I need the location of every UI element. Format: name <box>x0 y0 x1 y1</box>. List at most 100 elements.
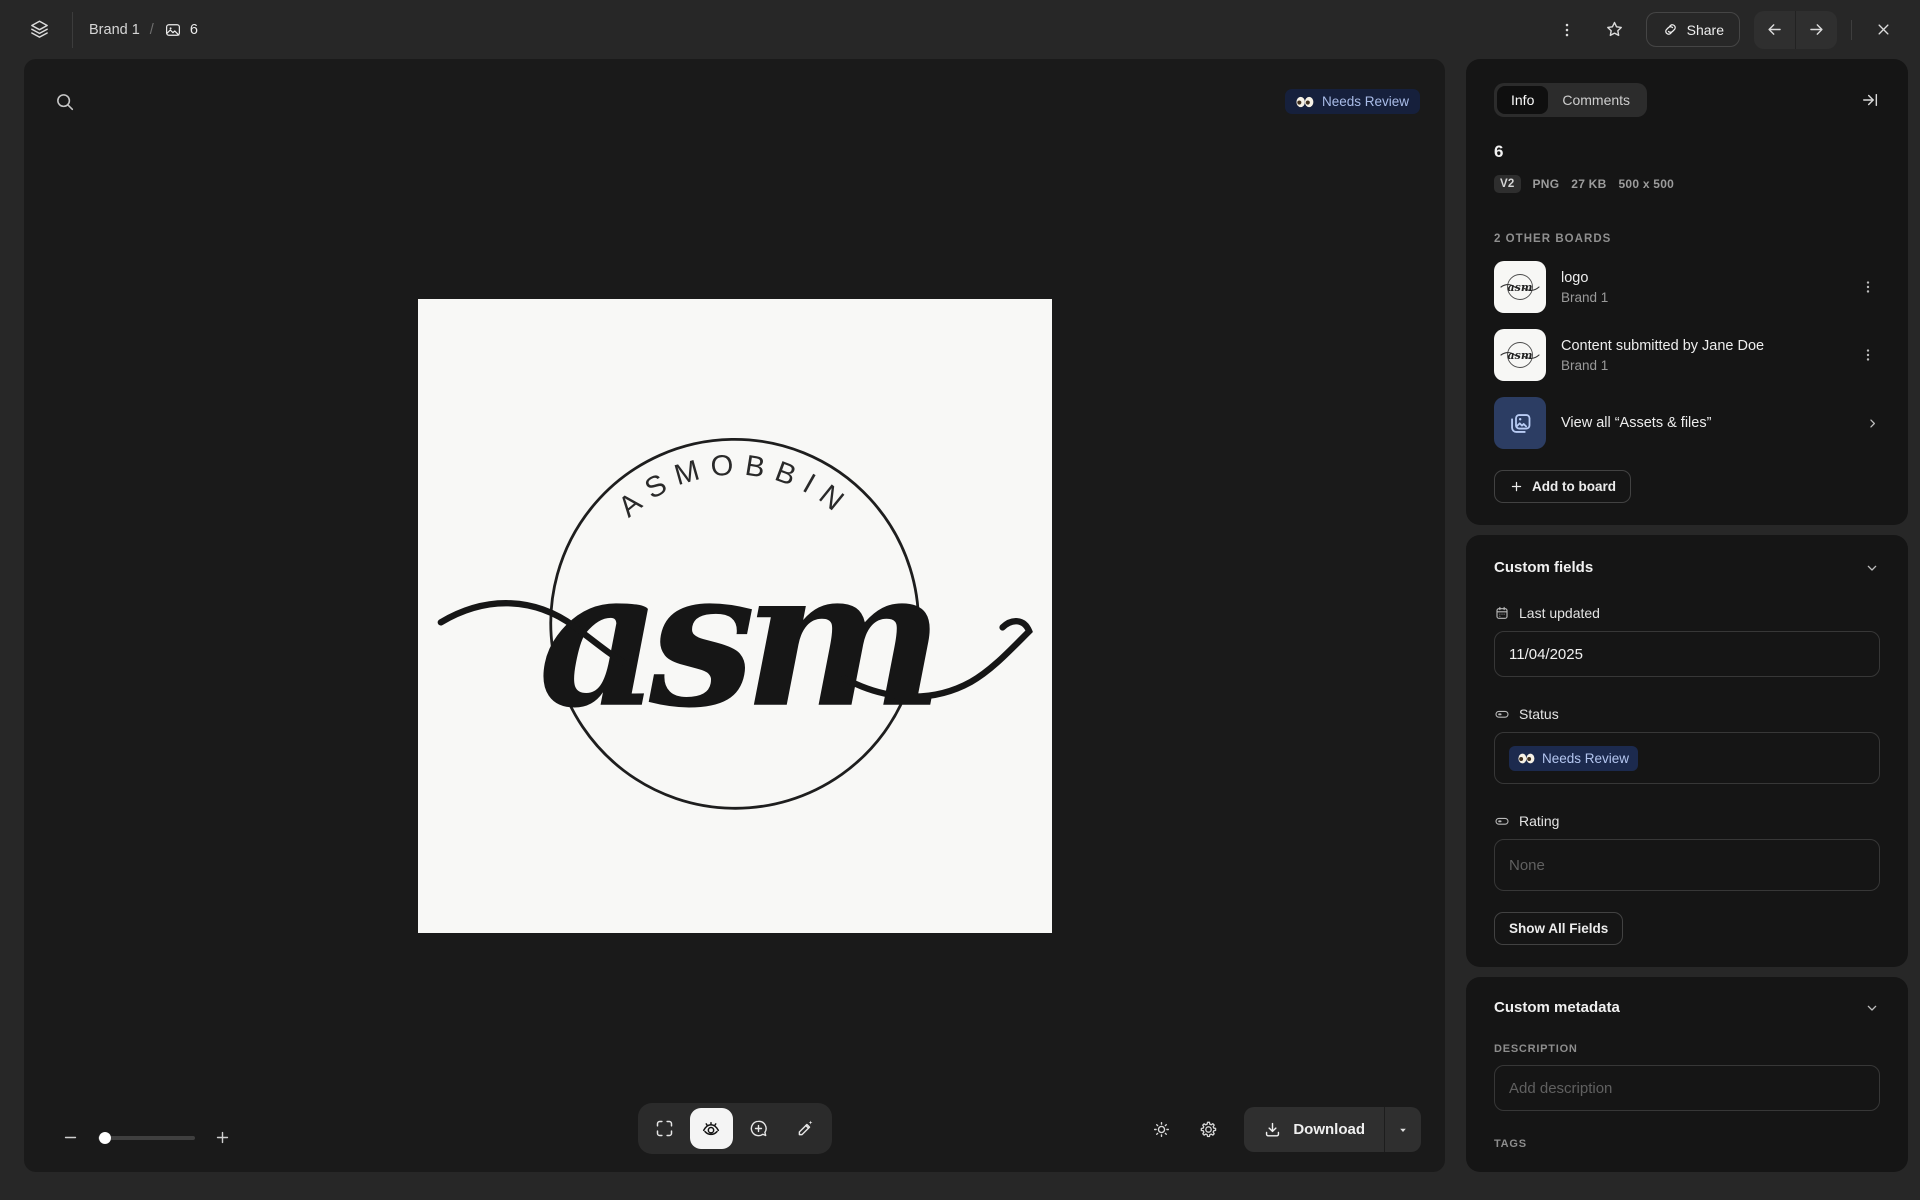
previous-asset-button[interactable] <box>1754 11 1795 49</box>
preview-mode-button[interactable] <box>689 1108 733 1149</box>
link-icon <box>1662 21 1679 38</box>
rating-label-row: Rating <box>1494 813 1880 829</box>
gear-icon <box>1198 1119 1219 1140</box>
download-button[interactable]: Download <box>1244 1107 1384 1152</box>
app-logo-button[interactable] <box>22 13 56 47</box>
arrow-right-icon <box>1807 20 1826 39</box>
comment-plus-icon <box>748 1118 769 1139</box>
chevron-down-icon <box>1864 560 1880 576</box>
board-item-menu-button[interactable] <box>1856 343 1880 367</box>
description-field[interactable]: Add description <box>1494 1065 1880 1111</box>
zoom-controls <box>62 1129 231 1146</box>
status-badge-label: Needs Review <box>1321 94 1409 109</box>
asset-canvas: Needs Review ASMOBBIN asm Download <box>24 59 1445 1172</box>
view-toolbar <box>637 1103 832 1154</box>
status-badge[interactable]: Needs Review <box>1284 89 1420 114</box>
asset-title: 6 <box>1494 142 1504 161</box>
rating-field[interactable]: None <box>1494 839 1880 891</box>
top-bar-right: Share <box>1550 10 1900 49</box>
asset-image: ASMOBBIN asm <box>417 298 1052 933</box>
magic-edit-button[interactable] <box>784 1108 827 1149</box>
details-sidebar: Info Comments 6 V2 PNG 27 KB 500 x 500 2… <box>1466 59 1908 1172</box>
fullscreen-button[interactable] <box>643 1108 686 1149</box>
description-label: DESCRIPTION <box>1494 1043 1578 1055</box>
version-badge[interactable]: V2 <box>1494 175 1521 193</box>
breadcrumb: Brand 1 / 6 <box>89 21 198 39</box>
board-item[interactable]: asm logo Brand 1 <box>1494 261 1880 313</box>
chevron-right-icon <box>1865 416 1880 431</box>
board-item-title: logo <box>1561 269 1589 286</box>
breadcrumb-asset-name: 6 <box>189 21 198 38</box>
zoom-slider-thumb[interactable] <box>99 1131 111 1144</box>
magic-pencil-icon <box>795 1118 816 1139</box>
last-updated-field[interactable]: 11/04/2025 <box>1494 631 1880 677</box>
expand-icon <box>654 1118 675 1139</box>
share-button[interactable]: Share <box>1645 12 1740 47</box>
rating-label: Rating <box>1519 813 1560 829</box>
description-placeholder: Add description <box>1509 1079 1613 1097</box>
top-bar-divider <box>72 11 73 48</box>
zoom-slider[interactable] <box>98 1131 195 1144</box>
file-dimensions: 500 x 500 <box>1618 177 1675 191</box>
next-asset-button[interactable] <box>1796 11 1837 49</box>
settings-button[interactable] <box>1189 1111 1227 1149</box>
select-field-icon <box>1494 706 1510 722</box>
breadcrumb-board-link[interactable]: Brand 1 <box>89 22 140 38</box>
custom-metadata-title: Custom metadata <box>1494 999 1620 1016</box>
plus-icon <box>1509 479 1524 494</box>
chevron-down-icon <box>1864 1000 1880 1016</box>
logo-script-text: asm <box>538 525 933 749</box>
board-item-menu-button[interactable] <box>1856 275 1880 299</box>
last-updated-label-row: Last updated <box>1494 605 1880 621</box>
tab-comments[interactable]: Comments <box>1548 86 1644 114</box>
download-options-button[interactable] <box>1384 1107 1421 1152</box>
search-button[interactable] <box>48 85 82 119</box>
file-size: 27 KB <box>1571 177 1607 191</box>
last-updated-label: Last updated <box>1519 605 1600 621</box>
tags-label: TAGS <box>1494 1138 1527 1150</box>
add-comment-button[interactable] <box>737 1108 780 1149</box>
other-boards-header: 2 OTHER BOARDS <box>1494 233 1612 245</box>
share-label: Share <box>1686 21 1724 38</box>
status-chip-label: Needs Review <box>1542 750 1630 766</box>
last-updated-value: 11/04/2025 <box>1509 645 1583 663</box>
custom-fields-header[interactable]: Custom fields <box>1494 559 1880 576</box>
view-all-assets-row[interactable]: View all “Assets & files” <box>1494 397 1880 449</box>
custom-metadata-header[interactable]: Custom metadata <box>1494 999 1880 1016</box>
add-to-board-button[interactable]: Add to board <box>1494 470 1631 503</box>
favorite-button[interactable] <box>1598 13 1632 47</box>
top-bar-separator <box>1851 19 1852 40</box>
kebab-icon <box>1860 347 1876 363</box>
canvas-actions: Download <box>1142 1107 1421 1152</box>
brightness-button[interactable] <box>1142 1111 1180 1149</box>
tab-info[interactable]: Info <box>1497 86 1549 114</box>
image-icon <box>164 21 182 39</box>
board-item-title: Content submitted by Jane Doe <box>1561 337 1765 354</box>
board-item[interactable]: asm Content submitted by Jane Doe Brand … <box>1494 329 1880 381</box>
status-field[interactable]: Needs Review <box>1494 732 1880 784</box>
collapse-panel-button[interactable] <box>1860 90 1880 110</box>
download-label: Download <box>1293 1121 1365 1138</box>
status-chip[interactable]: Needs Review <box>1509 745 1639 771</box>
show-all-fields-button[interactable]: Show All Fields <box>1494 912 1624 945</box>
calendar-icon <box>1494 605 1510 621</box>
breadcrumb-separator: / <box>149 21 154 38</box>
more-options-button[interactable] <box>1550 13 1584 47</box>
plus-icon <box>214 1129 231 1146</box>
info-card: Info Comments 6 V2 PNG 27 KB 500 x 500 2… <box>1466 59 1908 525</box>
rating-placeholder: None <box>1509 856 1545 874</box>
collapse-right-icon <box>1860 90 1880 110</box>
zoom-in-button[interactable] <box>214 1129 231 1146</box>
zoom-out-button[interactable] <box>62 1129 79 1146</box>
minus-icon <box>62 1129 79 1146</box>
add-to-board-label: Add to board <box>1532 479 1616 494</box>
download-icon <box>1263 1120 1282 1139</box>
arrow-left-icon <box>1765 20 1784 39</box>
custom-fields-card: Custom fields Last updated 11/04/2025 St… <box>1466 535 1908 967</box>
sidebar-tabs-row: Info Comments <box>1494 83 1880 117</box>
board-item-subtitle: Brand 1 <box>1561 357 1609 373</box>
board-item-texts: Content submitted by Jane Doe Brand 1 <box>1561 338 1841 373</box>
star-icon <box>1604 19 1625 40</box>
eye-icon <box>700 1118 722 1140</box>
close-button[interactable] <box>1866 13 1900 47</box>
